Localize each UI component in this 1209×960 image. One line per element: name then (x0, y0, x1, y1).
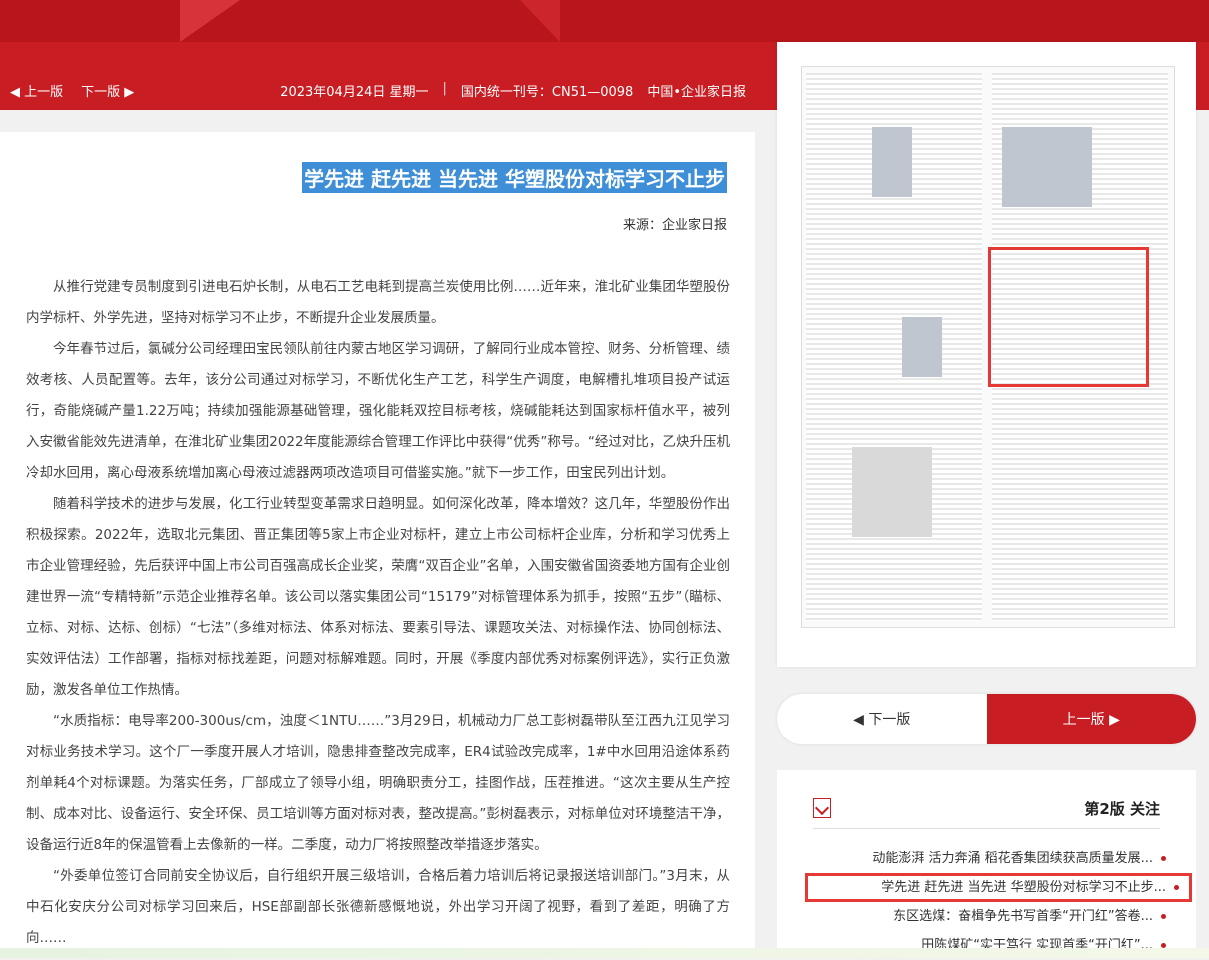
next-edition-button[interactable]: ◀ 下一版 (777, 694, 987, 744)
page-nav: 上一版 ▶ ◀ 下一版 (777, 694, 1196, 744)
article-body: 从推行党建专员制度到引进电石炉长制，从电石工艺电耗到提高兰炭使用比例……近年来，… (26, 272, 730, 954)
paragraph: 随着科学技术的进步与发展，化工行业转型变革需求日趋明显。如何深化改革，降本增效？… (26, 496, 730, 698)
list-item-active[interactable]: 学先进 赶先进 当先进 华塑股份对标学习不止步... (805, 873, 1192, 902)
article-title: 学先进 赶先进 当先进 华塑股份对标学习不止步 (302, 162, 727, 193)
separator: | (442, 80, 447, 96)
paragraph: 今年春节过后，氯碱分公司经理田宝民领队前往内蒙古地区学习调研，了解同行业成本管控… (26, 341, 730, 481)
prev-page-link[interactable]: ◀ 上一版 (10, 81, 63, 100)
list-item[interactable]: 东区选煤：奋楫争先书写首季“开门红”答卷... (807, 902, 1176, 931)
bottom-bar (0, 948, 1209, 958)
section-title: 第2版 关注 (1084, 799, 1160, 818)
bullet-icon (1161, 856, 1166, 861)
next-page-link[interactable]: 下一版 ▶ (81, 81, 134, 100)
newspaper-page-image[interactable] (801, 66, 1175, 628)
paper-name: 中国•企业家日报 (647, 84, 746, 100)
paragraph: “水质指标：电导率200-300us/cm，浊度＜1NTU……”3月29日，机械… (26, 713, 730, 853)
top-pager: ◀ 上一版 下一版 ▶ (0, 81, 134, 100)
newspaper-preview (777, 42, 1196, 667)
masthead-info: 2023年04月24日 星期一 | 国内统一刊号：CN51—0098 中国•企业… (280, 81, 760, 100)
article-source: 来源：企业家日报 (622, 218, 727, 233)
bullet-icon (1161, 914, 1166, 919)
article-panel: 学先进 赶先进 当先进 华塑股份对标学习不止步 来源：企业家日报 从推行党建专员… (0, 132, 755, 958)
article-list-panel: 第2版 关注 动能澎湃 活力奔涌 稻花香集团续获高质量发展... 学先进 赶先进… (777, 770, 1196, 958)
paragraph: “外委单位签订合同前安全协议后，自行组织开展三级培训，合格后着力培训后将记录报送… (26, 868, 730, 946)
prev-edition-button[interactable]: 上一版 ▶ (986, 694, 1196, 744)
top-bar: ◀ 上一版 下一版 ▶ 2023年04月24日 星期一 | 国内统一刊号：CN5… (0, 72, 760, 108)
list-header: 第2版 关注 (813, 788, 1160, 829)
current-article-highlight[interactable] (988, 247, 1149, 387)
date-text: 2023年04月24日 星期一 (280, 84, 429, 100)
bullet-icon (1174, 885, 1179, 890)
paragraph: 从推行党建专员制度到引进电石炉长制，从电石工艺电耗到提高兰炭使用比例……近年来，… (26, 279, 730, 326)
article-list: 动能澎湃 活力奔涌 稻花香集团续获高质量发展... 学先进 赶先进 当先进 华塑… (805, 844, 1192, 960)
list-item[interactable]: 动能澎湃 活力奔涌 稻花香集团续获高质量发展... (807, 844, 1176, 873)
pdf-icon[interactable] (813, 798, 831, 818)
cn-code: 国内统一刊号：CN51—0098 (460, 84, 634, 100)
